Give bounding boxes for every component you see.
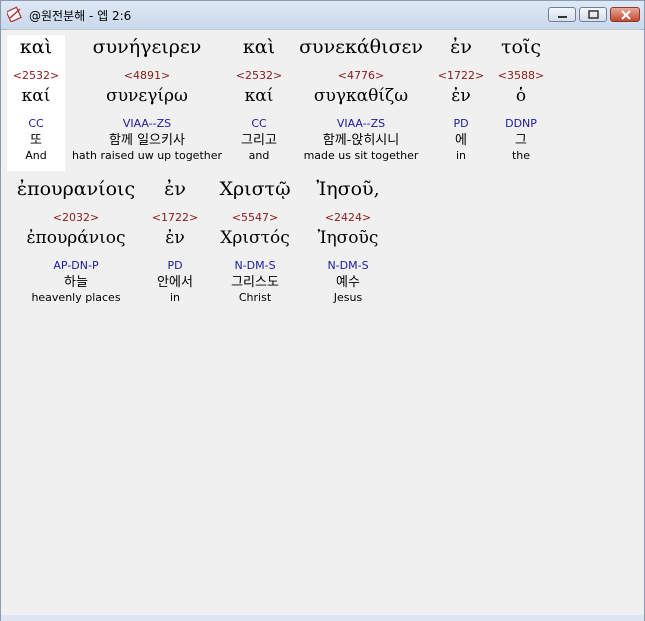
korean-gloss: 함께-앉히시니: [322, 133, 400, 148]
greek-surface: ἐν: [164, 178, 186, 200]
lemma: ἐπουράνιος: [26, 228, 126, 248]
korean-gloss: 함께 일으키사: [109, 133, 185, 148]
greek-surface: καὶ: [19, 36, 53, 58]
minimize-icon: [558, 16, 567, 18]
morphology-code: PD: [453, 117, 469, 130]
morphology-code: N-DM-S: [234, 259, 276, 272]
english-gloss: made us sit together: [303, 149, 419, 162]
strongs-number[interactable]: <2032>: [7, 211, 145, 225]
strongs-number[interactable]: <2532>: [229, 69, 289, 83]
strongs-number[interactable]: <4776>: [291, 69, 431, 83]
word-cell[interactable]: ἐν <1722> ἐν PD 안에서 in: [147, 177, 203, 313]
morphology-code: AP-DN-P: [53, 259, 99, 272]
maximize-icon: [588, 10, 599, 19]
minimize-button[interactable]: [548, 7, 576, 22]
morphology-code: CC: [251, 117, 267, 130]
lemma: Χριστός: [220, 228, 290, 248]
close-button[interactable]: [610, 7, 640, 22]
app-window: @원전분해 - 엡 2:6 καὶ <2532> καί CC 또 And συ…: [0, 0, 645, 621]
lemma: ἐν: [451, 86, 471, 106]
korean-gloss: 하늘: [64, 275, 88, 290]
lemma: ἐν: [165, 228, 185, 248]
greek-surface: ἐπουρανίοις: [16, 178, 136, 200]
lemma: συγκαθίζω: [313, 86, 409, 106]
english-gloss: and: [248, 149, 270, 162]
lemma: ὁ: [515, 86, 527, 106]
english-gloss: in: [455, 149, 467, 162]
word-cell[interactable]: Χριστῷ <5547> Χριστός N-DM-S 그리스도 Christ: [207, 177, 303, 313]
greek-surface: καὶ: [242, 36, 276, 58]
korean-gloss: 예수: [336, 275, 360, 290]
strongs-number[interactable]: <4891>: [67, 69, 227, 83]
maximize-button[interactable]: [579, 7, 607, 22]
title-bar[interactable]: @원전분해 - 엡 2:6: [1, 1, 644, 30]
word-cell[interactable]: ἐν <1722> ἐν PD 에 in: [435, 35, 487, 171]
analysis-pane: καὶ <2532> καί CC 또 And συνήγειρεν <4891…: [7, 29, 640, 616]
greek-surface: ἐν: [450, 36, 472, 58]
close-icon: [621, 10, 631, 20]
word-cell[interactable]: καὶ <2532> καί CC 또 And: [7, 35, 65, 171]
english-gloss: the: [511, 149, 531, 162]
word-cell[interactable]: τοῖς <3588> ὁ DDNP 그 the: [491, 35, 551, 171]
korean-gloss: 그리고: [241, 133, 277, 148]
word-cell[interactable]: καὶ <2532> καί CC 그리고 and: [229, 35, 289, 171]
greek-surface: τοῖς: [500, 36, 542, 58]
strongs-number[interactable]: <1722>: [435, 69, 487, 83]
lemma: Ἰησοῦς: [317, 228, 379, 248]
english-gloss: Jesus: [333, 291, 363, 304]
lemma: καί: [244, 86, 274, 106]
morphology-code: VIAA--ZS: [336, 117, 386, 130]
morphology-code: PD: [167, 259, 183, 272]
korean-gloss: 그: [515, 133, 527, 148]
morphology-code: N-DM-S: [327, 259, 369, 272]
strongs-number[interactable]: <1722>: [147, 211, 203, 225]
english-gloss: heavenly places: [31, 291, 121, 304]
greek-surface: συνεκάθισεν: [299, 36, 423, 58]
app-logo-icon: [7, 6, 22, 22]
lemma: συνεγίρω: [106, 86, 188, 106]
strongs-number[interactable]: <2424>: [305, 211, 391, 225]
strongs-number[interactable]: <3588>: [491, 69, 551, 83]
word-cell[interactable]: συνήγειρεν <4891> συνεγίρω VIAA--ZS 함께 일…: [67, 35, 227, 171]
window-title: @원전분해 - 엡 2:6: [29, 9, 132, 23]
morphology-code: VIAA--ZS: [122, 117, 172, 130]
morphology-code: CC: [28, 117, 44, 130]
word-cell[interactable]: ἐπουρανίοις <2032> ἐπουράνιος AP-DN-P 하늘…: [7, 177, 145, 313]
english-gloss: And: [25, 149, 47, 162]
english-gloss: hath raised uw up together: [71, 149, 223, 162]
greek-surface: Ἰησοῦ,: [316, 178, 380, 200]
greek-surface: Χριστῷ: [219, 178, 291, 200]
strongs-number[interactable]: <5547>: [207, 211, 303, 225]
strongs-number[interactable]: <2532>: [7, 69, 65, 83]
english-gloss: in: [169, 291, 181, 304]
korean-gloss: 에: [455, 133, 467, 148]
korean-gloss: 또: [30, 133, 42, 148]
english-gloss: Christ: [238, 291, 272, 304]
korean-gloss: 그리스도: [231, 275, 279, 290]
greek-surface: συνήγειρεν: [92, 36, 202, 58]
window-bottom-border: [1, 615, 644, 621]
morphology-code: DDNP: [505, 117, 537, 130]
lemma: καί: [21, 86, 51, 106]
word-cell[interactable]: συνεκάθισεν <4776> συγκαθίζω VIAA--ZS 함께…: [291, 35, 431, 171]
word-cell[interactable]: Ἰησοῦ, <2424> Ἰησοῦς N-DM-S 예수 Jesus: [305, 177, 391, 313]
korean-gloss: 안에서: [157, 275, 193, 290]
